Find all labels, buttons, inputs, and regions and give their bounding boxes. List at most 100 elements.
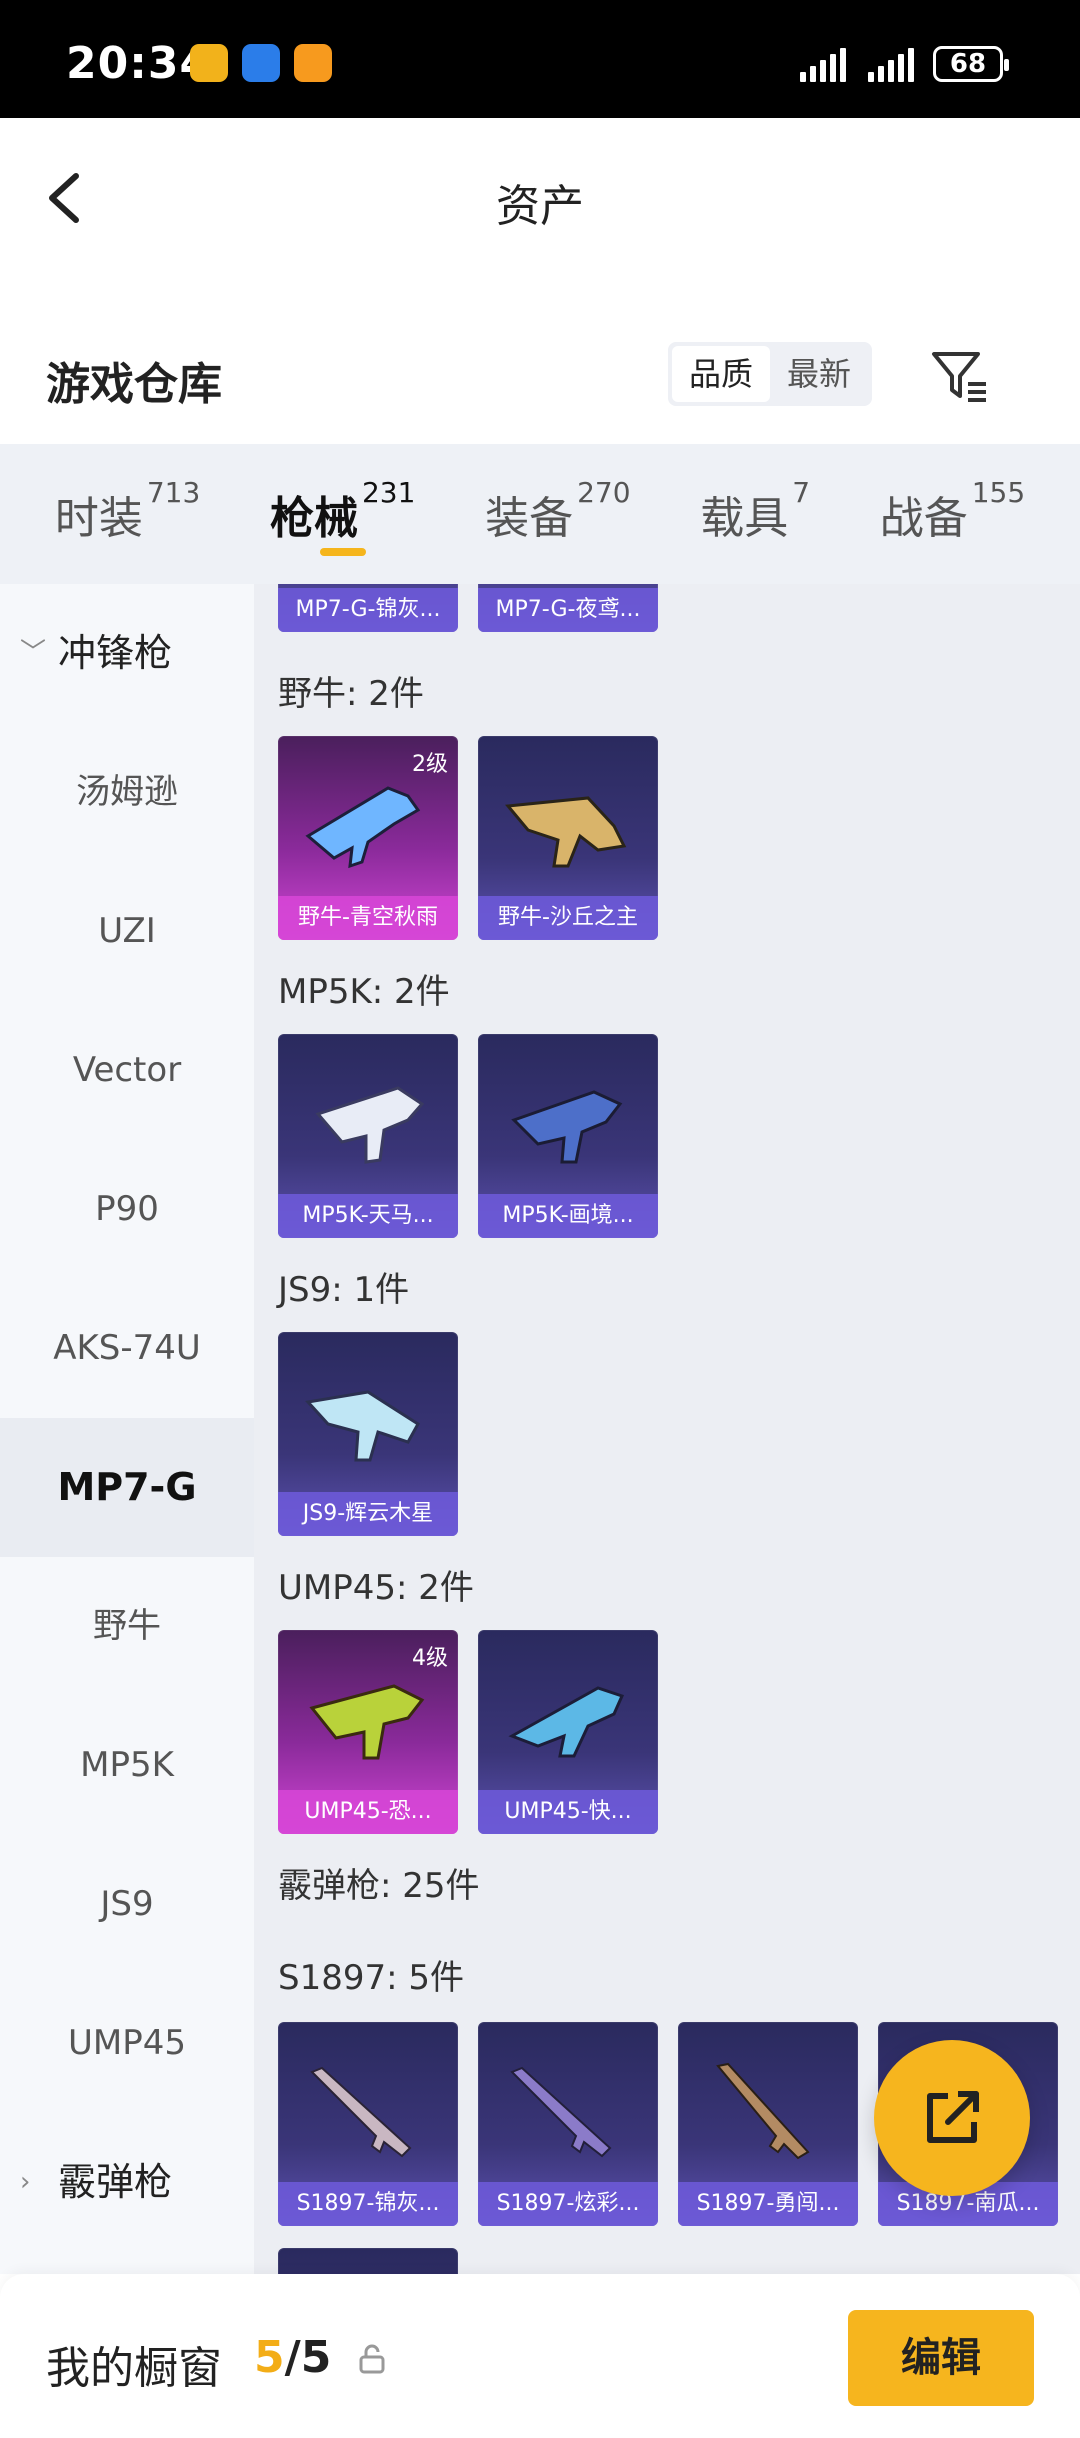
group-label: JS9: 1件 — [278, 1270, 410, 1310]
smg-icon — [508, 1686, 625, 1758]
tab-label: 装备 — [485, 493, 574, 544]
showcase-separator: / — [284, 2332, 301, 2383]
sidebar-item-p90[interactable]: P90 — [0, 1140, 254, 1279]
signal-strength-icon — [800, 46, 846, 82]
tab-label: 战备 — [879, 493, 968, 544]
weapon-card[interactable] — [278, 2248, 458, 2274]
chevron-down-icon: ﹀ — [20, 638, 47, 668]
weapon-card-name: 野牛-青空秋雨 — [278, 896, 458, 940]
app-notification-icon — [242, 44, 280, 82]
group-label: UMP45: 2件 — [278, 1568, 474, 1608]
sidebar-item-thompson[interactable]: 汤姆逊 — [0, 723, 254, 862]
active-tab-indicator — [319, 548, 366, 556]
sidebar-item-aks74u[interactable]: AKS-74U — [0, 1279, 254, 1418]
signal-icons — [800, 46, 914, 82]
weapon-card[interactable]: S1897-锦灰... — [278, 2022, 458, 2226]
tab-fashion[interactable]: 时装713 — [55, 444, 200, 546]
weapon-card-name: UMP45-恐... — [278, 1790, 458, 1834]
weapon-card[interactable]: MP5K-天马... — [278, 1034, 458, 1238]
sort-quality-button[interactable]: 品质 — [672, 346, 770, 402]
section-title: 游戏仓库 — [46, 359, 222, 410]
weapon-grid: MP7-G-锦灰... MP7-G-夜鸢... 野牛: 2件 2级 野牛-青空秋… — [254, 584, 1080, 2274]
tab-gear[interactable]: 战备155 — [880, 444, 1025, 546]
weapon-card-name: MP5K-画境... — [478, 1194, 658, 1238]
tab-label: 载具 — [700, 493, 789, 544]
page-title: 资产 — [496, 181, 584, 232]
shotgun-icon — [716, 2062, 810, 2160]
weapon-card-name: MP7-G-夜鸢... — [478, 588, 658, 632]
sort-toggle: 品质 最新 — [668, 342, 872, 406]
showcase-count: 5/5 — [254, 2332, 331, 2383]
warehouse-header: 游戏仓库 品质 最新 — [0, 320, 1080, 440]
weapon-card[interactable]: JS9-辉云木星 — [278, 1332, 458, 1536]
weapon-card-name: MP7-G-锦灰... — [278, 588, 458, 632]
battery-icon: 68 — [933, 46, 1009, 82]
showcase-current: 5 — [254, 2332, 285, 2383]
weapon-card[interactable]: MP5K-画境... — [478, 1034, 658, 1238]
showcase-bar: 我的橱窗 5/5 编辑 — [0, 2274, 1080, 2438]
sidebar-item-label: 霰弹枪 — [58, 2160, 173, 2204]
external-link-icon — [927, 2091, 979, 2143]
tab-equipment[interactable]: 装备270 — [485, 444, 630, 546]
sidebar-item-mp5k[interactable]: MP5K — [0, 1696, 254, 1835]
weapon-card[interactable]: S1897-勇闯... — [678, 2022, 858, 2226]
sidebar-item-bizon[interactable]: 野牛 — [0, 1557, 254, 1696]
shotgun-icon — [310, 2066, 412, 2158]
edit-button[interactable]: 编辑 — [848, 2310, 1034, 2406]
tab-firearms[interactable]: 枪械231 — [269, 444, 416, 556]
shotgun-icon — [510, 2066, 612, 2158]
smg-icon — [305, 1390, 420, 1462]
showcase-label: 我的橱窗 — [46, 2343, 222, 2394]
weapon-card-name: S1897-炫彩... — [478, 2182, 658, 2226]
weapon-card[interactable]: MP7-G-夜鸢... — [478, 584, 658, 632]
sidebar-item-ump45[interactable]: UMP45 — [0, 1974, 254, 2113]
weapon-card[interactable]: 4级 UMP45-恐... — [278, 1630, 458, 1834]
weapon-card-name: JS9-辉云木星 — [278, 1492, 458, 1536]
tab-count: 270 — [577, 476, 631, 509]
weapon-card-name: MP5K-天马... — [278, 1194, 458, 1238]
group-label: S1897: 5件 — [278, 1958, 465, 1998]
weapon-card[interactable]: S1897-炫彩... — [478, 2022, 658, 2226]
smg-icon — [315, 1086, 425, 1164]
showcase-total: 5 — [300, 2332, 332, 2383]
tab-count: 231 — [361, 476, 416, 509]
group-label: 野牛: 2件 — [278, 674, 424, 714]
chevron-right-icon: › — [20, 2167, 31, 2197]
lock-icon — [359, 2344, 385, 2374]
tab-label: 枪械 — [269, 493, 358, 544]
weapon-card[interactable]: 野牛-沙丘之主 — [478, 736, 658, 940]
smg-icon — [309, 1684, 425, 1760]
sort-newest-button[interactable]: 最新 — [770, 346, 868, 402]
sidebar-item-mp7g[interactable]: MP7-G — [0, 1418, 254, 1557]
tab-label: 时装 — [54, 493, 143, 544]
notification-icons — [190, 44, 332, 82]
status-bar: 20:34 68 — [0, 0, 1080, 118]
category-tabs: 时装713 枪械231 装备270 载具7 战备155 — [0, 444, 1080, 584]
weapon-card-name: S1897-勇闯... — [678, 2182, 858, 2226]
smg-icon — [511, 1090, 623, 1164]
share-floating-button[interactable] — [874, 2040, 1030, 2196]
tab-count: 7 — [792, 476, 811, 509]
sidebar-group-smg[interactable]: ﹀ 冲锋枪 — [0, 584, 254, 723]
app-notification-icon — [294, 44, 332, 82]
category-label: 霰弹枪: 25件 — [278, 1866, 480, 1906]
sidebar-item-js9[interactable]: JS9 — [0, 1835, 254, 1974]
weapon-card[interactable]: MP7-G-锦灰... — [278, 584, 458, 632]
sidebar-item-label: 冲锋枪 — [58, 631, 173, 675]
filter-icon[interactable] — [928, 344, 992, 408]
weapon-card-name: 野牛-沙丘之主 — [478, 896, 658, 940]
app-notification-icon — [190, 44, 228, 82]
smg-icon — [505, 796, 627, 868]
sidebar-item-vector[interactable]: Vector — [0, 1001, 254, 1140]
sidebar-item-uzi[interactable]: UZI — [0, 862, 254, 1001]
sidebar-group-shotgun[interactable]: › 霰弹枪 — [0, 2113, 254, 2252]
tab-count: 713 — [146, 476, 201, 509]
weapon-card[interactable]: UMP45-快... — [478, 1630, 658, 1834]
weapon-card-name: S1897-锦灰... — [278, 2182, 458, 2226]
weapon-card-name: UMP45-快... — [478, 1790, 658, 1834]
signal-strength-icon — [868, 46, 914, 82]
smg-icon — [305, 786, 421, 869]
weapon-card[interactable]: 2级 野牛-青空秋雨 — [278, 736, 458, 940]
group-label: MP5K: 2件 — [278, 972, 450, 1012]
tab-vehicles[interactable]: 载具7 — [700, 444, 810, 546]
